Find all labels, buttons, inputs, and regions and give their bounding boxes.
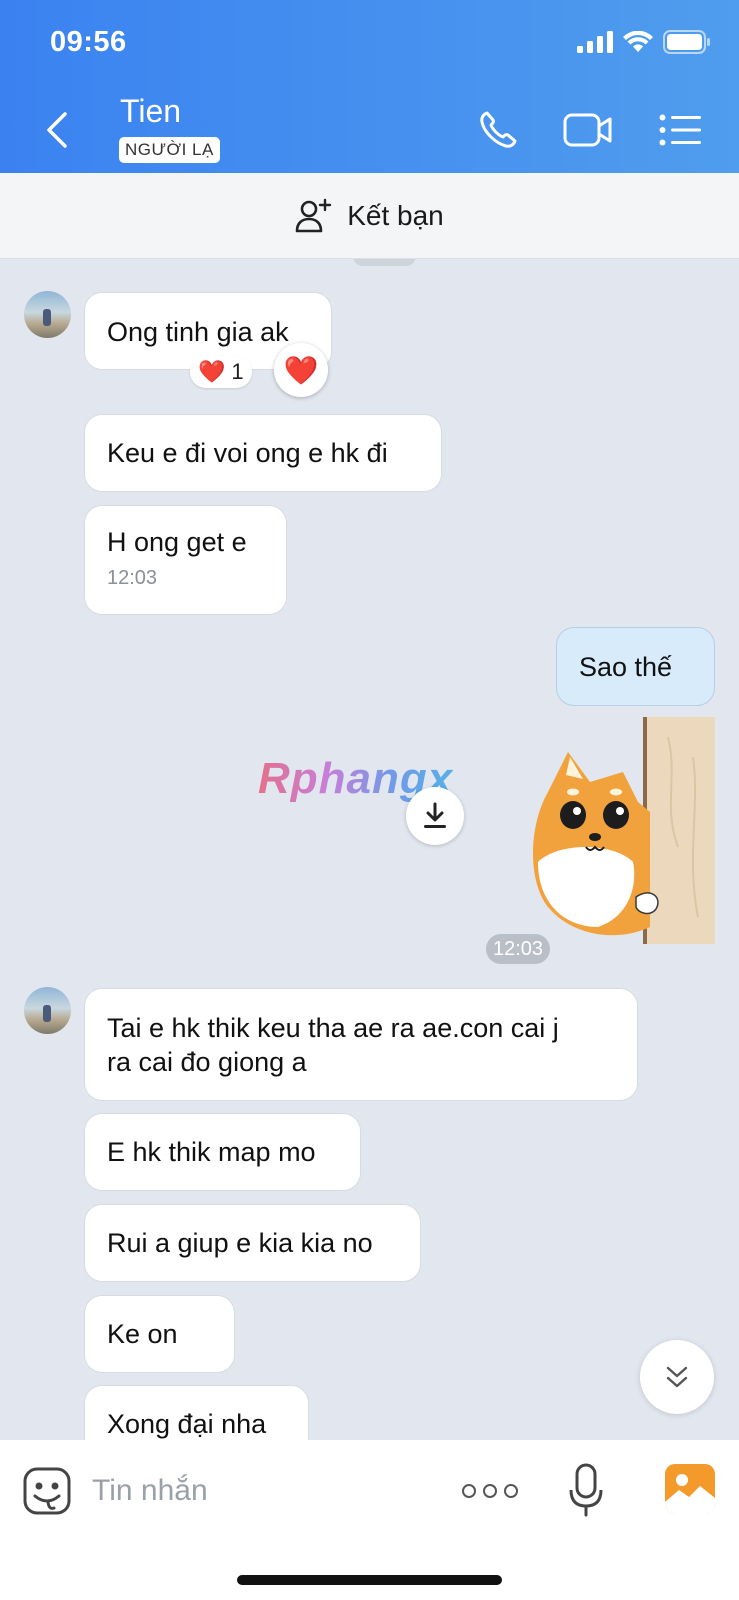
contact-avatar[interactable]: [24, 987, 71, 1034]
message-text: Rui a giup e kia kia no: [107, 1228, 373, 1258]
stranger-badge: NGƯỜI LẠ: [119, 137, 220, 163]
message-bubble[interactable]: H ong get e 12:03: [84, 505, 287, 615]
menu-list-icon: [659, 114, 701, 146]
more-options-button[interactable]: [462, 1478, 518, 1504]
message-text: E hk thik map mo: [107, 1137, 316, 1167]
back-chevron-icon: [47, 112, 67, 148]
emoji-sticker-icon[interactable]: [22, 1466, 72, 1516]
message-bubble[interactable]: Ke on: [84, 1295, 235, 1373]
message-bubble[interactable]: Xong đại nha: [84, 1385, 309, 1440]
status-icons: [577, 30, 711, 54]
download-sticker-button[interactable]: [406, 787, 464, 845]
signal-icon: [577, 31, 613, 53]
message-input-bar: [0, 1440, 739, 1600]
status-time: 09:56: [50, 26, 127, 58]
image-gallery-icon: [665, 1474, 715, 1514]
contact-avatar[interactable]: [24, 291, 71, 338]
heart-icon: ❤️: [283, 354, 319, 386]
message-bubble-outgoing[interactable]: Sao thế: [556, 627, 715, 706]
chat-menu-button[interactable]: [658, 108, 702, 152]
message-bubble[interactable]: E hk thik map mo: [84, 1113, 361, 1191]
wifi-icon: [623, 31, 653, 52]
reaction-summary[interactable]: ❤️ 1: [190, 356, 252, 388]
microphone-icon[interactable]: [568, 1462, 604, 1518]
message-bubble[interactable]: Tai e hk thik keu tha ae ra ae.con cai j…: [84, 988, 638, 1101]
dot-icon: [483, 1484, 497, 1498]
phone-icon: [480, 111, 517, 148]
add-friend-button[interactable]: Kết bạn: [0, 173, 739, 259]
message-text: Tai e hk thik keu tha ae ra ae.con cai j: [107, 1013, 559, 1043]
home-indicator: [237, 1575, 502, 1585]
add-user-icon: [295, 198, 332, 232]
video-call-button[interactable]: [562, 108, 614, 152]
time-divider: 12:03: [486, 934, 551, 964]
message-text: H ong get e: [107, 527, 247, 557]
message-text: Sao thế: [579, 652, 673, 682]
dot-icon: [504, 1484, 518, 1498]
add-friend-label: Kết bạn: [347, 199, 444, 231]
dot-icon: [462, 1484, 476, 1498]
message-text: Ong tinh gia ak: [107, 317, 289, 347]
message-text: Ke on: [107, 1319, 178, 1349]
chat-header: 09:56 Tien NGƯỜI LẠ: [0, 0, 739, 173]
voice-call-button[interactable]: [476, 108, 520, 152]
download-icon: [424, 802, 446, 828]
double-chevron-down-icon: [666, 1366, 688, 1388]
contact-name[interactable]: Tien: [120, 93, 181, 130]
video-call-icon: [563, 113, 612, 147]
shiba-dog-peeking-sticker[interactable]: [528, 717, 715, 944]
message-text: Keu e đi voi ong e hk đi: [107, 438, 388, 468]
chat-messages[interactable]: Ong tinh gia ak ❤️ 1 ❤️ Keu e đi voi ong…: [0, 259, 739, 1440]
scroll-to-bottom-button[interactable]: [640, 1340, 714, 1414]
reaction-count: 1: [231, 359, 244, 384]
message-input[interactable]: [92, 1466, 432, 1516]
message-time: 12:03: [107, 567, 158, 589]
battery-icon: [663, 30, 710, 54]
message-text: Xong đại nha: [107, 1409, 267, 1439]
message-text: ra cai đo giong a: [107, 1047, 307, 1077]
heart-reaction-icon: ❤️: [198, 359, 226, 384]
back-button[interactable]: [40, 108, 74, 152]
gallery-button[interactable]: [665, 1464, 715, 1514]
react-button[interactable]: ❤️: [274, 343, 328, 397]
message-bubble[interactable]: Keu e đi voi ong e hk đi: [84, 414, 442, 492]
message-bubble[interactable]: Rui a giup e kia kia no: [84, 1204, 421, 1282]
